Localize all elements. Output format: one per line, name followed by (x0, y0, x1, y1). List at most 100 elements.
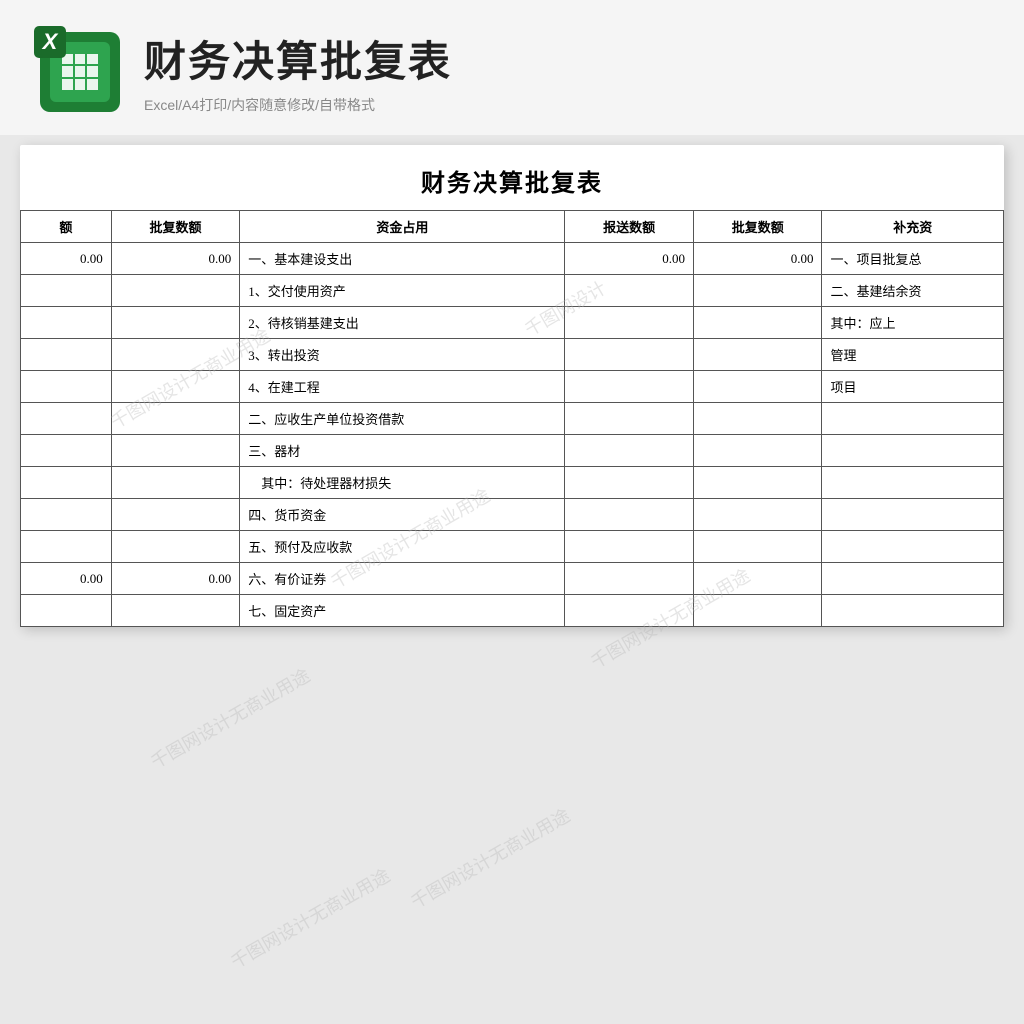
table-header-row: 额 批复数额 资金占用 报送数额 批复数额 补充资 (21, 211, 1004, 243)
table-cell (565, 403, 694, 435)
table-cell (693, 467, 822, 499)
watermark-7: 千图网设计无商业用途 (226, 862, 395, 975)
table-cell (565, 531, 694, 563)
table-cell: 3、转出投资 (240, 339, 565, 371)
table-cell (565, 435, 694, 467)
table-cell: 0.00 (21, 243, 112, 275)
table-cell: 三、器材 (240, 435, 565, 467)
header-text: 财务决算批复表 Excel/A4打印/内容随意修改/自带格式 (144, 28, 452, 115)
table-row: 2、待核销基建支出 其中：应上 (21, 307, 1004, 339)
table-cell: 其中：待处理器材损失 (240, 467, 565, 499)
table-row: 1、交付使用资产 二、基建结余资 (21, 275, 1004, 307)
table-cell (111, 499, 240, 531)
table-cell (21, 339, 112, 371)
table-cell (111, 371, 240, 403)
table-cell: 0.00 (693, 243, 822, 275)
excel-grid (62, 54, 98, 90)
th-pifu: 批复数额 (111, 211, 240, 243)
table-cell (822, 435, 1004, 467)
table-cell: 2、待核销基建支出 (240, 307, 565, 339)
table-row: 其中：待处理器材损失 (21, 467, 1004, 499)
table-cell (21, 307, 112, 339)
table-row: 0.000.00六、有价证券 (21, 563, 1004, 595)
table-cell (693, 563, 822, 595)
document-area: 千图网设计无商业用途 千图网设计无商业用途 千图网设计无商业用途 千图网设计无商… (20, 145, 1004, 627)
table-row: 0.000.00一、基本建设支出0.000.00一、项目批复总 (21, 243, 1004, 275)
table-cell (693, 403, 822, 435)
table-row: 七、固定资产 (21, 595, 1004, 627)
table-cell (21, 371, 112, 403)
table-wrapper: 额 批复数额 资金占用 报送数额 批复数额 补充资 0.000.00一、基本建设… (20, 210, 1004, 627)
table-cell (822, 403, 1004, 435)
table-row: 4、在建工程项目 (21, 371, 1004, 403)
table-cell (111, 595, 240, 627)
table-cell (565, 563, 694, 595)
table-cell (21, 467, 112, 499)
table-cell (111, 339, 240, 371)
table-cell: 二、基建结余资 (822, 275, 1004, 307)
watermark-4: 千图网设计无商业用途 (406, 802, 575, 915)
table-cell (693, 307, 822, 339)
table-cell: 一、基本建设支出 (240, 243, 565, 275)
th-pifu2: 批复数额 (693, 211, 822, 243)
table-cell (565, 275, 694, 307)
table-cell: 四、货币资金 (240, 499, 565, 531)
subtitle: Excel/A4打印/内容随意修改/自带格式 (144, 95, 452, 115)
table-cell (111, 307, 240, 339)
table-cell (693, 275, 822, 307)
table-cell (822, 531, 1004, 563)
table-cell (21, 531, 112, 563)
main-title: 财务决算批复表 (144, 28, 452, 89)
table-cell (693, 371, 822, 403)
table-row: 三、器材 (21, 435, 1004, 467)
doc-title: 财务决算批复表 (20, 145, 1004, 210)
table-cell (21, 499, 112, 531)
table-cell: 0.00 (111, 563, 240, 595)
th-fuze: 额 (21, 211, 112, 243)
table-cell (693, 499, 822, 531)
table-cell: 七、固定资产 (240, 595, 565, 627)
table-cell (565, 371, 694, 403)
table-row: 四、货币资金 (21, 499, 1004, 531)
th-baosong: 报送数额 (565, 211, 694, 243)
table-cell: 项目 (822, 371, 1004, 403)
table-cell (693, 531, 822, 563)
table-cell (822, 467, 1004, 499)
table-row: 3、转出投资 管理 (21, 339, 1004, 371)
table-cell: 1、交付使用资产 (240, 275, 565, 307)
excel-x-letter: X (34, 26, 66, 58)
th-zijin: 资金占用 (240, 211, 565, 243)
table-cell (111, 531, 240, 563)
table-row: 二、应收生产单位投资借款 (21, 403, 1004, 435)
table-cell (822, 563, 1004, 595)
table-cell (693, 595, 822, 627)
table-cell (565, 499, 694, 531)
table-cell: 0.00 (111, 243, 240, 275)
table-cell: 0.00 (565, 243, 694, 275)
table-cell (111, 467, 240, 499)
table-row: 五、预付及应收款 (21, 531, 1004, 563)
th-buchong: 补充资 (822, 211, 1004, 243)
table-cell (21, 403, 112, 435)
table-cell (822, 499, 1004, 531)
table-cell (693, 435, 822, 467)
table-cell (822, 595, 1004, 627)
table-cell: 一、项目批复总 (822, 243, 1004, 275)
table-cell: 二、应收生产单位投资借款 (240, 403, 565, 435)
table-cell: 其中：应上 (822, 307, 1004, 339)
table-cell (565, 595, 694, 627)
excel-icon: X (40, 32, 120, 112)
table-cell: 0.00 (21, 563, 112, 595)
table-cell (21, 595, 112, 627)
table-cell: 管理 (822, 339, 1004, 371)
table-cell (565, 307, 694, 339)
table-cell: 六、有价证券 (240, 563, 565, 595)
table-cell (565, 339, 694, 371)
table-cell (21, 275, 112, 307)
table-cell: 五、预付及应收款 (240, 531, 565, 563)
table-cell (111, 403, 240, 435)
table-body: 0.000.00一、基本建设支出0.000.00一、项目批复总1、交付使用资产二… (21, 243, 1004, 627)
watermark-3: 千图网设计无商业用途 (146, 662, 315, 775)
header-area: X 财务决算批复表 Excel/A4打印/内容随意修改/自带格式 (0, 0, 1024, 135)
main-table: 额 批复数额 资金占用 报送数额 批复数额 补充资 0.000.00一、基本建设… (20, 210, 1004, 627)
